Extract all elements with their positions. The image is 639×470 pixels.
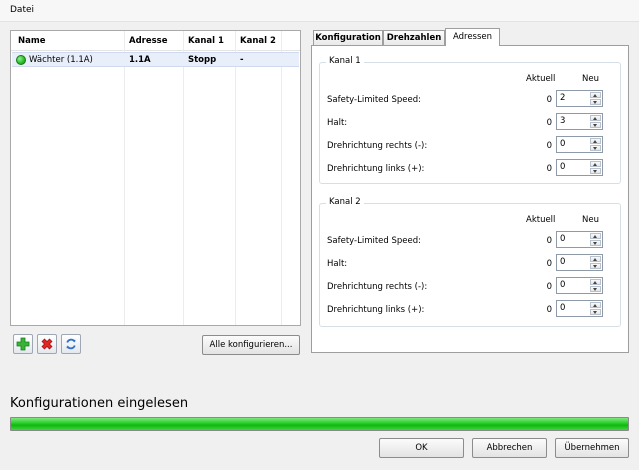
status-message: Konfigurationen eingelesen bbox=[10, 396, 189, 411]
spin-down-icon[interactable] bbox=[590, 286, 601, 292]
group-title: Kanal 2 bbox=[326, 197, 364, 207]
row-address: 1.1A bbox=[129, 55, 151, 65]
field-label: Safety-Limited Speed: bbox=[327, 95, 422, 105]
current-value: 0 bbox=[546, 164, 552, 174]
spin-up-icon[interactable] bbox=[590, 279, 601, 285]
column-new-label: Neu bbox=[582, 74, 599, 84]
tab-drehzahlen[interactable]: Drehzahlen bbox=[383, 30, 445, 45]
field-label: Drehrichtung rechts (-): bbox=[327, 282, 428, 292]
add-device-button[interactable] bbox=[13, 334, 33, 354]
spin-up-icon[interactable] bbox=[590, 256, 601, 262]
tab-konfiguration[interactable]: Konfiguration bbox=[313, 30, 383, 45]
new-value-spinbox[interactable]: 0 bbox=[556, 136, 603, 153]
table-row[interactable]: Wächter (1.1A) 1.1A Stopp - bbox=[12, 52, 299, 67]
column-divider bbox=[235, 31, 236, 325]
ok-button[interactable]: OK bbox=[379, 438, 464, 458]
row-kanal1: Stopp bbox=[188, 55, 217, 65]
tab-adressen[interactable]: Adressen bbox=[445, 28, 500, 46]
spin-down-icon[interactable] bbox=[590, 240, 601, 246]
new-value-spinbox[interactable]: 3 bbox=[556, 113, 603, 130]
progress-bar-fill bbox=[11, 418, 628, 430]
new-value-spinbox[interactable]: 0 bbox=[556, 231, 603, 248]
spin-up-icon[interactable] bbox=[590, 115, 601, 121]
spinbox-value: 0 bbox=[560, 303, 566, 313]
status-ok-icon bbox=[16, 55, 26, 65]
column-header-kanal2[interactable]: Kanal 2 bbox=[240, 36, 276, 46]
spin-down-icon[interactable] bbox=[590, 99, 601, 105]
spin-down-icon[interactable] bbox=[590, 263, 601, 269]
column-current-label: Aktuell bbox=[526, 74, 556, 84]
new-value-spinbox[interactable]: 0 bbox=[556, 159, 603, 176]
field-label: Drehrichtung links (+): bbox=[327, 164, 425, 174]
row-name: Wächter (1.1A) bbox=[29, 55, 93, 65]
current-value: 0 bbox=[546, 141, 552, 151]
new-value-spinbox[interactable]: 2 bbox=[556, 90, 603, 107]
spin-up-icon[interactable] bbox=[590, 92, 601, 98]
field-label: Safety-Limited Speed: bbox=[327, 236, 422, 246]
current-value: 0 bbox=[546, 282, 552, 292]
column-divider bbox=[183, 31, 184, 325]
configure-all-button[interactable]: Alle konfigurieren... bbox=[202, 335, 300, 355]
field-label: Drehrichtung rechts (-): bbox=[327, 141, 428, 151]
column-current-label: Aktuell bbox=[526, 215, 556, 225]
column-header-address[interactable]: Adresse bbox=[129, 36, 168, 46]
current-value: 0 bbox=[546, 236, 552, 246]
field-label: Drehrichtung links (+): bbox=[327, 305, 425, 315]
delete-device-button[interactable] bbox=[37, 334, 57, 354]
column-divider bbox=[281, 31, 282, 325]
spin-down-icon[interactable] bbox=[590, 309, 601, 315]
new-value-spinbox[interactable]: 0 bbox=[556, 254, 603, 271]
spin-down-icon[interactable] bbox=[590, 122, 601, 128]
spin-down-icon[interactable] bbox=[590, 168, 601, 174]
table-header: Name Adresse Kanal 1 Kanal 2 bbox=[11, 31, 300, 51]
spinbox-value: 0 bbox=[560, 234, 566, 244]
menu-file[interactable]: Datei bbox=[10, 5, 34, 15]
field-label: Halt: bbox=[327, 118, 348, 128]
spin-up-icon[interactable] bbox=[590, 161, 601, 167]
refresh-button[interactable] bbox=[61, 334, 81, 354]
apply-button[interactable]: Übernehmen bbox=[555, 438, 629, 458]
new-value-spinbox[interactable]: 0 bbox=[556, 277, 603, 294]
progress-bar bbox=[10, 417, 629, 431]
spin-down-icon[interactable] bbox=[590, 145, 601, 151]
device-table: Name Adresse Kanal 1 Kanal 2 Wächter (1.… bbox=[10, 30, 301, 326]
spinbox-value: 0 bbox=[560, 139, 566, 149]
plus-icon bbox=[16, 337, 30, 351]
new-value-spinbox[interactable]: 0 bbox=[556, 300, 603, 317]
spinbox-value: 2 bbox=[560, 93, 566, 103]
column-header-kanal1[interactable]: Kanal 1 bbox=[188, 36, 224, 46]
spinbox-value: 3 bbox=[560, 116, 566, 126]
current-value: 0 bbox=[546, 118, 552, 128]
cancel-button[interactable]: Abbrechen bbox=[472, 438, 547, 458]
column-new-label: Neu bbox=[582, 215, 599, 225]
menu-bar: Datei bbox=[0, 0, 639, 22]
row-kanal2: - bbox=[240, 55, 244, 65]
spinbox-value: 0 bbox=[560, 162, 566, 172]
spin-up-icon[interactable] bbox=[590, 233, 601, 239]
spin-up-icon[interactable] bbox=[590, 302, 601, 308]
refresh-icon bbox=[66, 338, 76, 350]
column-divider bbox=[124, 31, 125, 325]
group-kanal1: Kanal 1 Aktuell Neu Safety-Limited Speed… bbox=[319, 56, 621, 184]
group-title: Kanal 1 bbox=[326, 56, 364, 66]
column-header-name[interactable]: Name bbox=[18, 36, 45, 46]
adressen-panel: Kanal 1 Aktuell Neu Safety-Limited Speed… bbox=[311, 45, 629, 353]
current-value: 0 bbox=[546, 259, 552, 269]
group-kanal2: Kanal 2 Aktuell Neu Safety-Limited Speed… bbox=[319, 197, 621, 327]
spinbox-value: 0 bbox=[560, 280, 566, 290]
delete-icon bbox=[41, 338, 53, 350]
current-value: 0 bbox=[546, 95, 552, 105]
current-value: 0 bbox=[546, 305, 552, 315]
spin-up-icon[interactable] bbox=[590, 138, 601, 144]
spinbox-value: 0 bbox=[560, 257, 566, 267]
field-label: Halt: bbox=[327, 259, 348, 269]
